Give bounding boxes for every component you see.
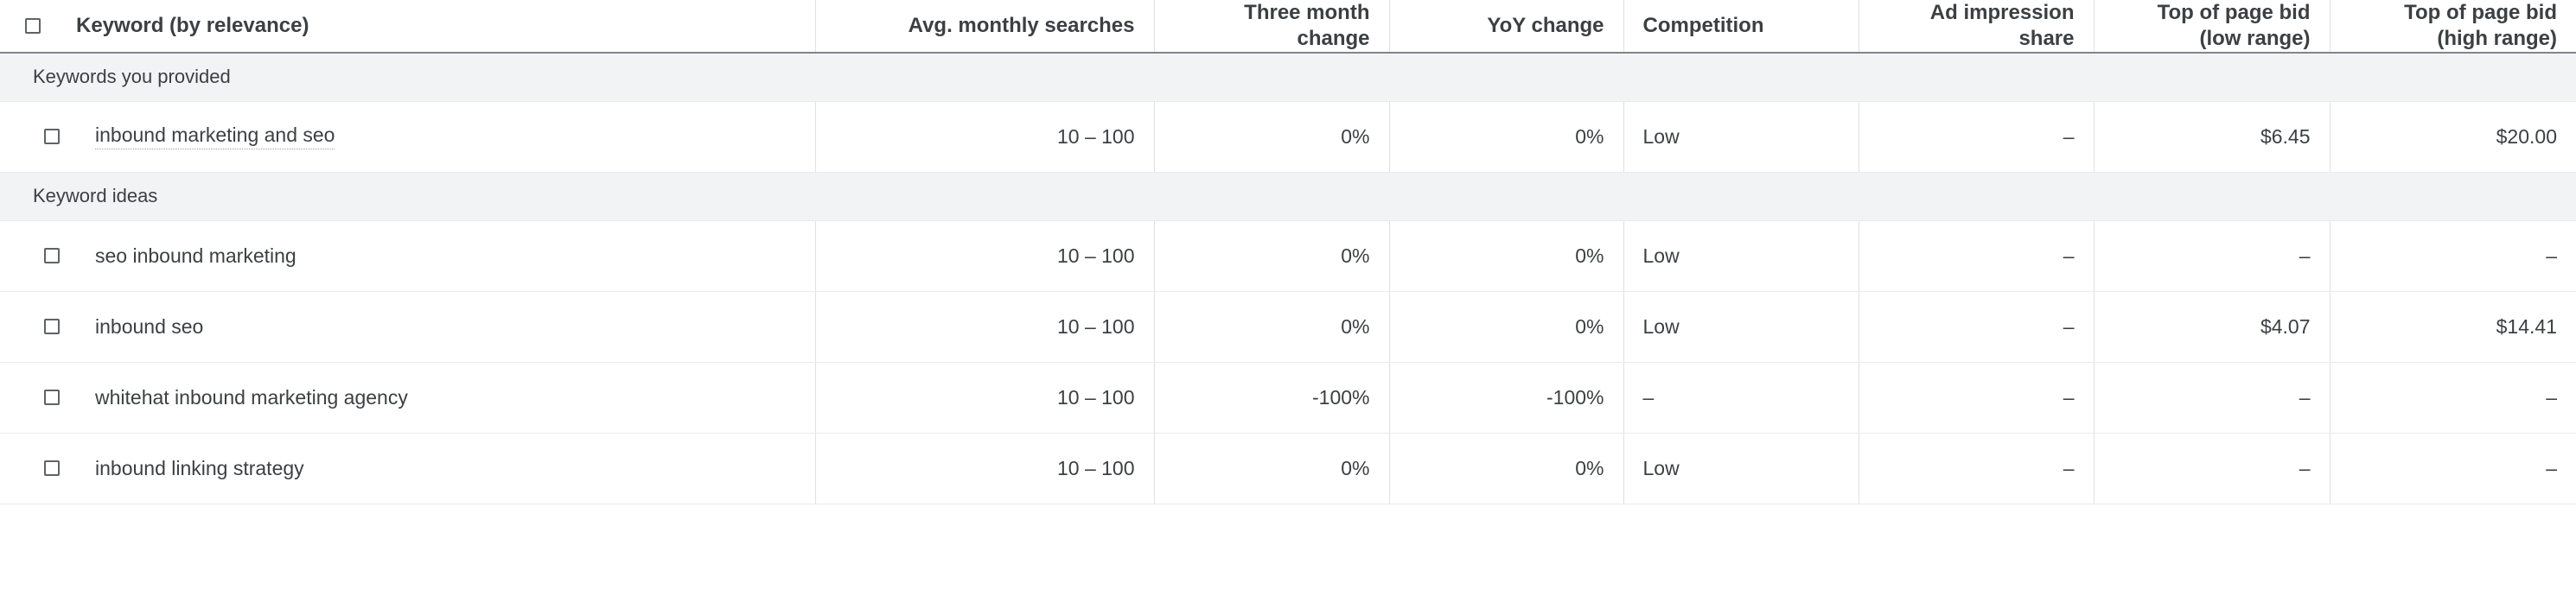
column-header-keyword-label: Keyword (by relevance) bbox=[76, 14, 309, 37]
cell-top-of-page-bid-low: – bbox=[2094, 433, 2331, 504]
header-row: Keyword (by relevance) Avg. monthly sear… bbox=[0, 0, 2576, 54]
row-checkbox[interactable] bbox=[44, 319, 60, 334]
keyword-text[interactable]: inbound marketing and seo bbox=[95, 124, 335, 149]
cell-yoy-change: 0% bbox=[1389, 220, 1624, 292]
column-header-yoy-change[interactable]: YoY change bbox=[1389, 0, 1624, 54]
cell-top-of-page-bid-low: $4.07 bbox=[2094, 291, 2331, 363]
row-checkbox-cell[interactable] bbox=[19, 390, 85, 405]
cell-competition: – bbox=[1623, 362, 1859, 434]
cell-top-of-page-bid-high: – bbox=[2330, 362, 2576, 434]
keyword-text: inbound linking strategy bbox=[95, 456, 304, 479]
column-header-top-of-page-bid-low[interactable]: Top of page bid (low range) bbox=[2094, 0, 2331, 54]
select-all-checkbox-cell[interactable] bbox=[0, 18, 66, 34]
column-header-top-of-page-bid-high[interactable]: Top of page bid (high range) bbox=[2330, 0, 2576, 54]
cell-ad-impression-share: – bbox=[1859, 362, 2095, 434]
column-header-ad-impression-share[interactable]: Ad impression share bbox=[1859, 0, 2095, 54]
cell-keyword: whitehat inbound marketing agency bbox=[0, 362, 816, 434]
row-checkbox[interactable] bbox=[44, 129, 60, 144]
group-header-label: Keywords you provided bbox=[0, 53, 2576, 102]
column-header-keyword[interactable]: Keyword (by relevance) bbox=[0, 0, 816, 54]
column-header-competition-label: Competition bbox=[1642, 14, 1764, 37]
cell-top-of-page-bid-low: $6.45 bbox=[2094, 101, 2331, 173]
cell-top-of-page-bid-high: $20.00 bbox=[2330, 101, 2576, 173]
row-checkbox[interactable] bbox=[44, 248, 60, 263]
cell-three-month-change: 0% bbox=[1154, 220, 1390, 292]
cell-yoy-change: 0% bbox=[1389, 433, 1624, 504]
cell-three-month-change: 0% bbox=[1154, 291, 1390, 363]
group-header-row: Keyword ideas bbox=[0, 172, 2576, 221]
table-row[interactable]: seo inbound marketing 10 – 100 0% 0% Low – – – bbox=[0, 220, 2576, 292]
cell-avg-monthly-searches: 10 – 100 bbox=[815, 433, 1155, 504]
select-all-checkbox[interactable] bbox=[25, 18, 41, 34]
cell-ad-impression-share: – bbox=[1859, 433, 2095, 504]
cell-three-month-change: 0% bbox=[1154, 101, 1390, 173]
row-checkbox[interactable] bbox=[44, 460, 60, 476]
column-header-three-month-change-label: Three month change bbox=[1244, 1, 1370, 50]
cell-top-of-page-bid-high: $14.41 bbox=[2330, 291, 2576, 363]
table-row[interactable]: inbound linking strategy 10 – 100 0% 0% Low –… bbox=[0, 433, 2576, 504]
cell-yoy-change: -100% bbox=[1389, 362, 1624, 434]
column-header-competition[interactable]: Competition bbox=[1623, 0, 1859, 54]
keyword-ideas-table: Keyword (by relevance) Avg. monthly sear… bbox=[0, 0, 2576, 504]
row-checkbox-cell[interactable] bbox=[19, 129, 85, 144]
cell-top-of-page-bid-high: – bbox=[2330, 433, 2576, 504]
table-row[interactable]: whitehat inbound marketing agency 10 – 10… bbox=[0, 362, 2576, 434]
row-checkbox-cell[interactable] bbox=[19, 460, 85, 476]
cell-yoy-change: 0% bbox=[1389, 291, 1624, 363]
cell-three-month-change: -100% bbox=[1154, 362, 1390, 434]
column-header-ad-impression-share-label: Ad impression share bbox=[1929, 1, 2075, 50]
cell-keyword: seo inbound marketing bbox=[0, 220, 816, 292]
table-header: Keyword (by relevance) Avg. monthly sear… bbox=[0, 0, 2576, 54]
cell-keyword: inbound marketing and seo bbox=[0, 101, 816, 173]
cell-competition: Low bbox=[1623, 101, 1859, 173]
column-header-avg-monthly-searches-label: Avg. monthly searches bbox=[908, 14, 1135, 37]
cell-ad-impression-share: – bbox=[1859, 291, 2095, 363]
column-header-yoy-change-label: YoY change bbox=[1487, 14, 1604, 37]
cell-keyword: inbound seo bbox=[0, 291, 816, 363]
keyword-text: inbound seo bbox=[95, 314, 204, 338]
cell-competition: Low bbox=[1623, 433, 1859, 504]
keyword-text: seo inbound marketing bbox=[95, 244, 296, 267]
cell-top-of-page-bid-low: – bbox=[2094, 220, 2331, 292]
row-checkbox[interactable] bbox=[44, 390, 60, 405]
table-row[interactable]: inbound marketing and seo 10 – 100 0% 0% Low… bbox=[0, 101, 2576, 173]
column-header-avg-monthly-searches[interactable]: Avg. monthly searches bbox=[815, 0, 1155, 54]
cell-avg-monthly-searches: 10 – 100 bbox=[815, 362, 1155, 434]
row-checkbox-cell[interactable] bbox=[19, 319, 85, 334]
group-header-row: Keywords you provided bbox=[0, 53, 2576, 102]
column-header-top-of-page-bid-low-label: Top of page bid (low range) bbox=[2157, 1, 2311, 50]
group-header-label: Keyword ideas bbox=[0, 172, 2576, 221]
row-checkbox-cell[interactable] bbox=[19, 248, 85, 263]
column-header-top-of-page-bid-high-label: Top of page bid (high range) bbox=[2404, 1, 2557, 50]
column-header-three-month-change[interactable]: Three month change bbox=[1154, 0, 1390, 54]
table-body: Keywords you provided inbound marketing a… bbox=[0, 53, 2576, 504]
cell-ad-impression-share: – bbox=[1859, 220, 2095, 292]
cell-competition: Low bbox=[1623, 291, 1859, 363]
cell-top-of-page-bid-low: – bbox=[2094, 362, 2331, 434]
cell-competition: Low bbox=[1623, 220, 1859, 292]
cell-three-month-change: 0% bbox=[1154, 433, 1390, 504]
table-row[interactable]: inbound seo 10 – 100 0% 0% Low – $4.07 $14.41 bbox=[0, 291, 2576, 363]
cell-yoy-change: 0% bbox=[1389, 101, 1624, 173]
cell-avg-monthly-searches: 10 – 100 bbox=[815, 291, 1155, 363]
cell-avg-monthly-searches: 10 – 100 bbox=[815, 101, 1155, 173]
cell-avg-monthly-searches: 10 – 100 bbox=[815, 220, 1155, 292]
cell-ad-impression-share: – bbox=[1859, 101, 2095, 173]
keyword-text: whitehat inbound marketing agency bbox=[95, 385, 408, 409]
cell-top-of-page-bid-high: – bbox=[2330, 220, 2576, 292]
cell-keyword: inbound linking strategy bbox=[0, 433, 816, 504]
